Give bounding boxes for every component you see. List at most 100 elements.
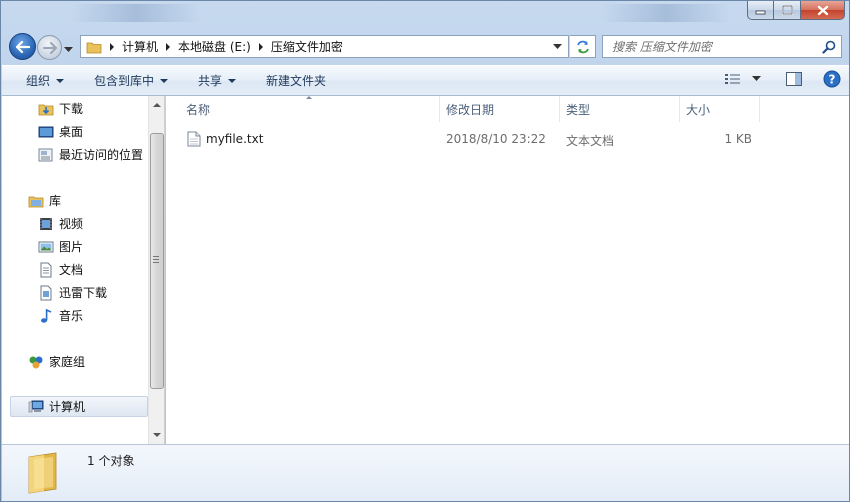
- nav-item-libraries[interactable]: 库: [28, 190, 61, 211]
- maximize-icon: [781, 5, 793, 15]
- nav-label-documents: 文档: [59, 263, 84, 277]
- item-count: 1 个对象: [87, 454, 135, 468]
- new-folder-button[interactable]: 新建文件夹: [258, 66, 334, 95]
- libraries-icon: [28, 196, 44, 207]
- scroll-down-arrow-icon[interactable]: [153, 433, 161, 437]
- refresh-icon: [576, 40, 589, 53]
- details-pane: 1 个对象: [2, 444, 849, 501]
- breadcrumb-computer[interactable]: 计算机: [122, 36, 158, 57]
- include-in-library-label: 包含到库中: [94, 74, 155, 88]
- organize-label: 组织: [26, 74, 51, 88]
- minimize-button[interactable]: [747, 1, 774, 20]
- nav-label-recent: 最近访问的位置: [59, 148, 144, 162]
- search-box[interactable]: 搜索 压缩文件加密: [602, 35, 842, 58]
- maximize-button[interactable]: [774, 1, 801, 20]
- folder-large-icon: [28, 452, 57, 494]
- nav-label-pictures: 图片: [59, 240, 84, 254]
- navigation-pane: 下载 桌面 最近访问的位置 库 视频 图片 文档 迅雷下载 音乐 家庭组 计算机: [2, 96, 148, 444]
- chevron-down-icon: [56, 78, 65, 83]
- help-icon[interactable]: ?: [823, 70, 841, 88]
- nav-item-videos[interactable]: 视频: [38, 213, 83, 234]
- chevron-down-icon: [228, 78, 237, 83]
- column-header-modified[interactable]: 修改日期: [440, 96, 560, 122]
- explorer-window: 计算机 本地磁盘 (E:) 压缩文件加密 搜索 压缩文件加密 组织 包含到库中: [0, 0, 850, 502]
- scrollbar-grip-icon: [153, 256, 159, 265]
- nav-item-music[interactable]: 音乐: [38, 305, 83, 326]
- minimize-icon: [755, 10, 766, 15]
- homegroup-icon: [29, 356, 43, 368]
- close-icon: [817, 5, 828, 15]
- search-placeholder: 搜索 压缩文件加密: [612, 40, 712, 54]
- documents-icon: [40, 262, 52, 277]
- column-label-size: 大小: [686, 102, 711, 117]
- videos-icon: [40, 217, 52, 230]
- caption-buttons: [747, 1, 845, 20]
- forward-arrow-icon: [42, 41, 57, 54]
- nav-label-thunder-downloads: 迅雷下载: [59, 286, 108, 300]
- nav-label-desktop: 桌面: [59, 125, 84, 139]
- scroll-up-arrow-icon[interactable]: [153, 103, 161, 107]
- pictures-icon: [38, 241, 54, 252]
- breadcrumb-drive-e[interactable]: 本地磁盘 (E:): [178, 36, 251, 57]
- file-size: 1 KB: [724, 132, 752, 146]
- preview-pane-icon[interactable]: [785, 71, 803, 87]
- thunder-downloads-icon: [40, 285, 52, 300]
- nav-item-recent[interactable]: 最近访问的位置: [38, 144, 143, 165]
- command-bar: 组织 包含到库中 共享 新建文件夹 ?: [2, 65, 849, 96]
- nav-item-downloads[interactable]: 下载: [38, 98, 83, 119]
- nav-label-libraries: 库: [49, 194, 62, 208]
- nav-label-downloads: 下载: [59, 102, 84, 116]
- share-menu[interactable]: 共享: [190, 66, 244, 95]
- breadcrumb-separator: [166, 42, 171, 51]
- view-details-icon[interactable]: [724, 72, 742, 86]
- column-label-type: 类型: [566, 102, 591, 117]
- address-bar[interactable]: 计算机 本地磁盘 (E:) 压缩文件加密: [80, 35, 569, 58]
- file-list: 名称 修改日期 类型 大小 myfile.txt 2018/8/10 23:22…: [166, 96, 849, 444]
- breadcrumb-current-folder[interactable]: 压缩文件加密: [271, 36, 343, 57]
- title-bar: [1, 1, 849, 27]
- downloads-folder-icon: [38, 104, 54, 115]
- file-row[interactable]: myfile.txt 2018/8/10 23:22 文本文档 1 KB: [166, 128, 766, 150]
- view-controls: ?: [724, 70, 841, 88]
- column-label-name: 名称: [186, 102, 211, 117]
- chevron-down-icon: [64, 47, 73, 52]
- computer-icon: [28, 400, 44, 412]
- column-label-modified: 修改日期: [446, 102, 495, 117]
- nav-item-homegroup[interactable]: 家庭组: [28, 351, 85, 372]
- recent-pages-dropdown[interactable]: [64, 42, 73, 56]
- nav-item-desktop[interactable]: 桌面: [38, 121, 83, 142]
- navigation-scrollbar[interactable]: [148, 96, 165, 444]
- breadcrumb-separator: [110, 42, 114, 51]
- back-button[interactable]: [9, 33, 36, 60]
- file-name: myfile.txt: [206, 132, 264, 146]
- breadcrumb-separator: [258, 42, 263, 51]
- address-dropdown-icon[interactable]: [553, 43, 562, 50]
- nav-label-homegroup: 家庭组: [49, 355, 86, 369]
- organize-menu[interactable]: 组织: [18, 66, 72, 95]
- nav-item-documents[interactable]: 文档: [38, 259, 83, 280]
- title-blur-right: [601, 4, 731, 22]
- file-type: 文本文档: [566, 134, 615, 148]
- address-row: 计算机 本地磁盘 (E:) 压缩文件加密 搜索 压缩文件加密: [1, 27, 849, 65]
- nav-item-pictures[interactable]: 图片: [38, 236, 83, 257]
- svg-text:?: ?: [829, 73, 836, 87]
- column-header-name[interactable]: 名称: [166, 96, 440, 122]
- nav-label-music: 音乐: [59, 309, 84, 323]
- nav-label-videos: 视频: [59, 217, 84, 231]
- close-button[interactable]: [801, 1, 845, 20]
- column-header-size[interactable]: 大小: [680, 96, 760, 122]
- include-in-library-menu[interactable]: 包含到库中: [86, 66, 176, 95]
- refresh-button[interactable]: [570, 35, 596, 58]
- desktop-icon: [38, 126, 54, 137]
- search-icon[interactable]: [822, 40, 836, 54]
- folder-icon: [86, 42, 102, 53]
- back-arrow-icon: [15, 40, 30, 53]
- view-options-chevron-icon[interactable]: [752, 76, 761, 82]
- nav-item-computer[interactable]: 计算机: [10, 396, 148, 417]
- recent-places-icon: [38, 148, 53, 161]
- forward-button[interactable]: [37, 35, 62, 60]
- nav-item-thunder-downloads[interactable]: 迅雷下载: [38, 282, 107, 303]
- text-file-icon: [187, 131, 201, 147]
- column-header-type[interactable]: 类型: [560, 96, 680, 122]
- music-note-icon: [41, 308, 52, 323]
